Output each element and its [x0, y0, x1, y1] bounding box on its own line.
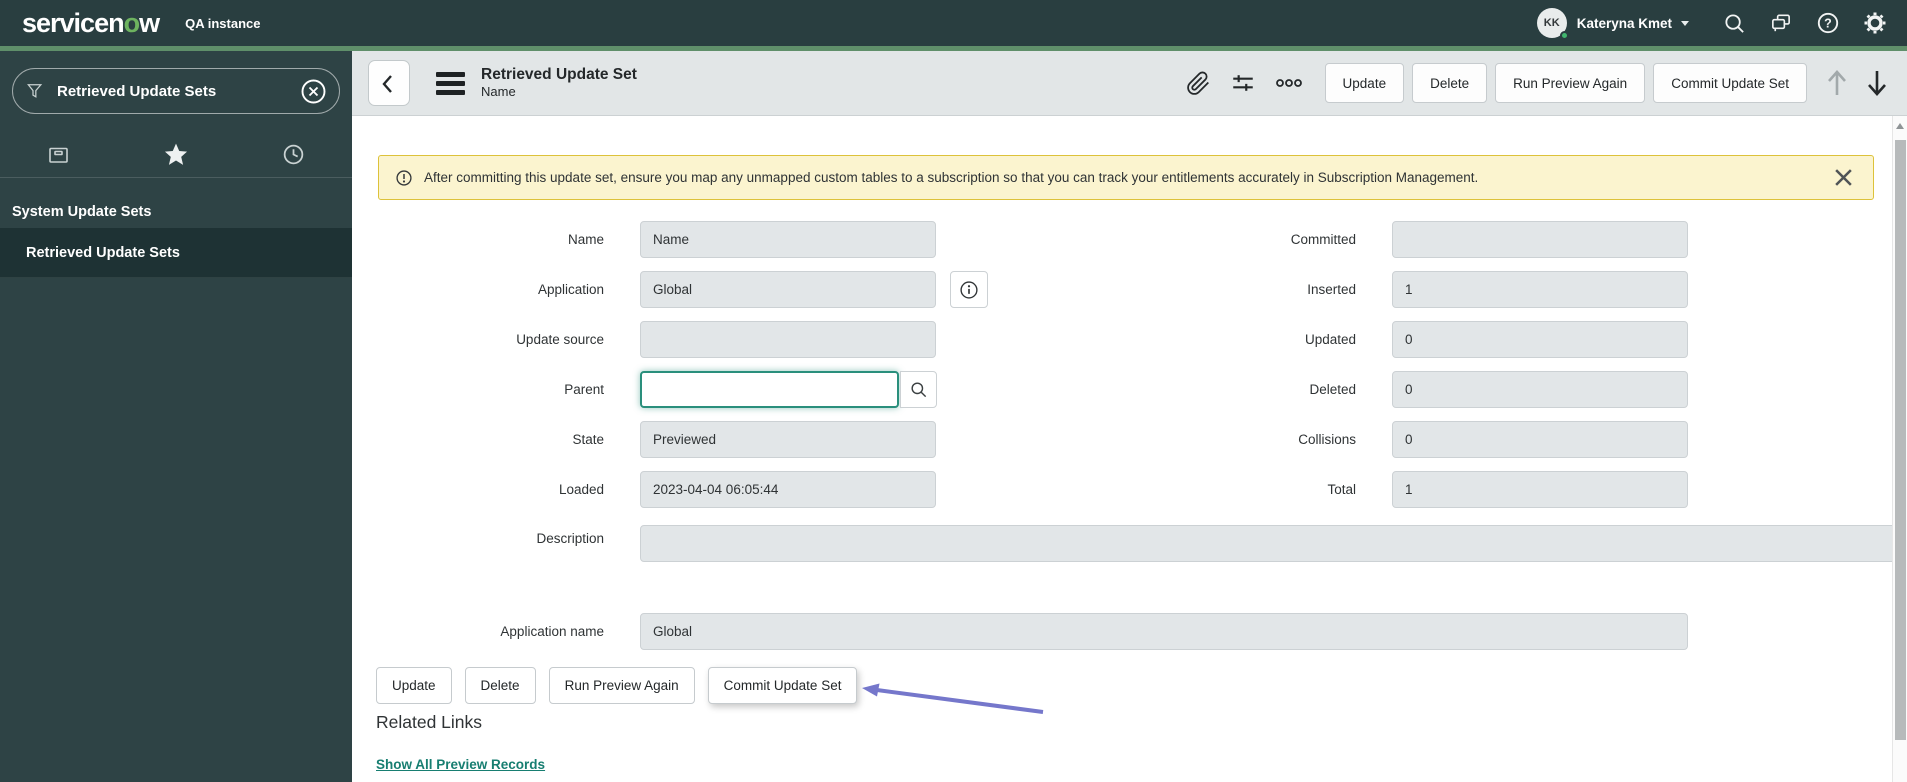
delete-button[interactable]: Delete — [1412, 63, 1488, 103]
update-button-footer[interactable]: Update — [376, 667, 452, 704]
scrollbar-up-arrow-icon[interactable] — [1896, 123, 1904, 129]
application-field[interactable] — [640, 271, 936, 308]
presence-dot — [1559, 31, 1569, 40]
commit-update-set-button-footer[interactable]: Commit Update Set — [707, 667, 858, 704]
subscription-warning-banner: After committing this update set, ensure… — [378, 155, 1874, 200]
gear-icon[interactable] — [1863, 11, 1887, 35]
previous-record-arrow-icon[interactable] — [1823, 68, 1851, 98]
annotation-arrow — [862, 683, 1044, 714]
form-title-block: Retrieved Update Set Name — [481, 66, 637, 100]
parent-lookup-icon[interactable] — [900, 371, 937, 408]
servicenow-logo[interactable]: servicenow — [22, 7, 160, 38]
close-icon[interactable] — [1833, 167, 1854, 188]
form-title: Retrieved Update Set — [481, 66, 637, 83]
application-label: Application — [537, 282, 604, 297]
total-label: Total — [1327, 482, 1356, 497]
run-preview-again-button-footer[interactable]: Run Preview Again — [548, 667, 695, 704]
logo-text: servicen — [22, 7, 125, 38]
logo-text-end: w — [139, 7, 160, 38]
navigator-filter-input[interactable] — [55, 81, 300, 101]
application-info-button[interactable] — [950, 271, 988, 308]
clear-filter-icon[interactable] — [300, 78, 327, 105]
form-header: Retrieved Update Set Name Update Delete … — [352, 51, 1907, 116]
sidebar-item-retrieved-update-sets[interactable]: Retrieved Update Sets — [0, 228, 352, 278]
favorites-star-icon[interactable] — [146, 132, 206, 177]
all-applications-tab[interactable] — [29, 132, 89, 177]
banner-message: After committing this update set, ensure… — [424, 170, 1479, 185]
collisions-field[interactable] — [1392, 421, 1688, 458]
filter-funnel-icon — [25, 80, 45, 102]
application-name-field[interactable] — [640, 613, 1688, 650]
logo-accent-o: o — [123, 7, 140, 38]
instance-label: QA instance — [185, 15, 261, 31]
chevron-down-icon — [1681, 20, 1689, 26]
loaded-field[interactable] — [640, 471, 936, 508]
user-name: Kateryna Kmet — [1576, 15, 1672, 31]
navigator-tabs — [0, 132, 352, 178]
run-preview-again-button[interactable]: Run Preview Again — [1495, 63, 1646, 103]
state-field[interactable] — [640, 421, 936, 458]
loaded-label: Loaded — [558, 482, 604, 497]
related-links-heading: Related Links — [376, 712, 483, 732]
help-icon[interactable]: ? — [1816, 11, 1840, 35]
personalize-sliders-icon[interactable] — [1230, 70, 1256, 96]
commit-update-set-button[interactable]: Commit Update Set — [1653, 63, 1807, 103]
user-menu[interactable]: KK Kateryna Kmet — [1536, 8, 1689, 40]
name-label: Name — [567, 232, 604, 247]
update-source-label: Update source — [516, 332, 604, 347]
deleted-field[interactable] — [1392, 371, 1688, 408]
search-icon[interactable] — [1723, 12, 1746, 35]
svg-text:?: ? — [1824, 16, 1832, 30]
attachment-paperclip-icon[interactable] — [1186, 71, 1211, 96]
next-record-arrow-icon[interactable] — [1863, 68, 1891, 98]
delete-button-footer[interactable]: Delete — [464, 667, 536, 704]
application-name-label: Application name — [500, 624, 604, 639]
back-button[interactable] — [368, 60, 410, 106]
avatar-initials: KK — [1543, 17, 1560, 29]
name-field[interactable] — [640, 221, 936, 258]
form-footer-buttons: Update Delete Run Preview Again Commit U… — [376, 667, 858, 704]
total-field[interactable] — [1392, 471, 1688, 508]
deleted-label: Deleted — [1309, 382, 1356, 397]
committed-label: Committed — [1290, 232, 1356, 247]
navigator-filter-box[interactable] — [12, 68, 340, 114]
form-context-menu-icon[interactable] — [436, 71, 465, 95]
chat-icon[interactable] — [1769, 12, 1793, 35]
update-button[interactable]: Update — [1324, 63, 1405, 103]
history-clock-icon[interactable] — [263, 132, 323, 177]
inserted-label: Inserted — [1307, 282, 1356, 297]
inserted-field[interactable] — [1392, 271, 1688, 308]
show-all-preview-records-link[interactable]: Show All Preview Records — [376, 757, 545, 772]
committed-field[interactable] — [1392, 221, 1688, 258]
collisions-label: Collisions — [1298, 432, 1356, 447]
description-field[interactable] — [640, 525, 1907, 562]
form-content: After committing this update set, ensure… — [352, 116, 1907, 782]
top-header: servicenow QA instance KK Kateryna Kmet … — [0, 0, 1907, 46]
more-options-icon[interactable] — [1275, 71, 1303, 95]
updated-field[interactable] — [1392, 321, 1688, 358]
parent-label: Parent — [564, 382, 604, 397]
state-label: State — [572, 432, 604, 447]
warning-icon — [394, 168, 414, 188]
parent-reference-input[interactable] — [640, 371, 899, 408]
description-label: Description — [536, 531, 604, 546]
vertical-scrollbar[interactable] — [1892, 116, 1907, 782]
application-navigator-sidebar: System Update Sets Retrieved Update Sets — [0, 51, 352, 782]
form-subtitle: Name — [481, 84, 516, 99]
update-source-field[interactable] — [640, 321, 936, 358]
updated-label: Updated — [1304, 332, 1356, 347]
scrollbar-thumb[interactable] — [1895, 140, 1906, 740]
avatar[interactable]: KK — [1536, 8, 1569, 40]
